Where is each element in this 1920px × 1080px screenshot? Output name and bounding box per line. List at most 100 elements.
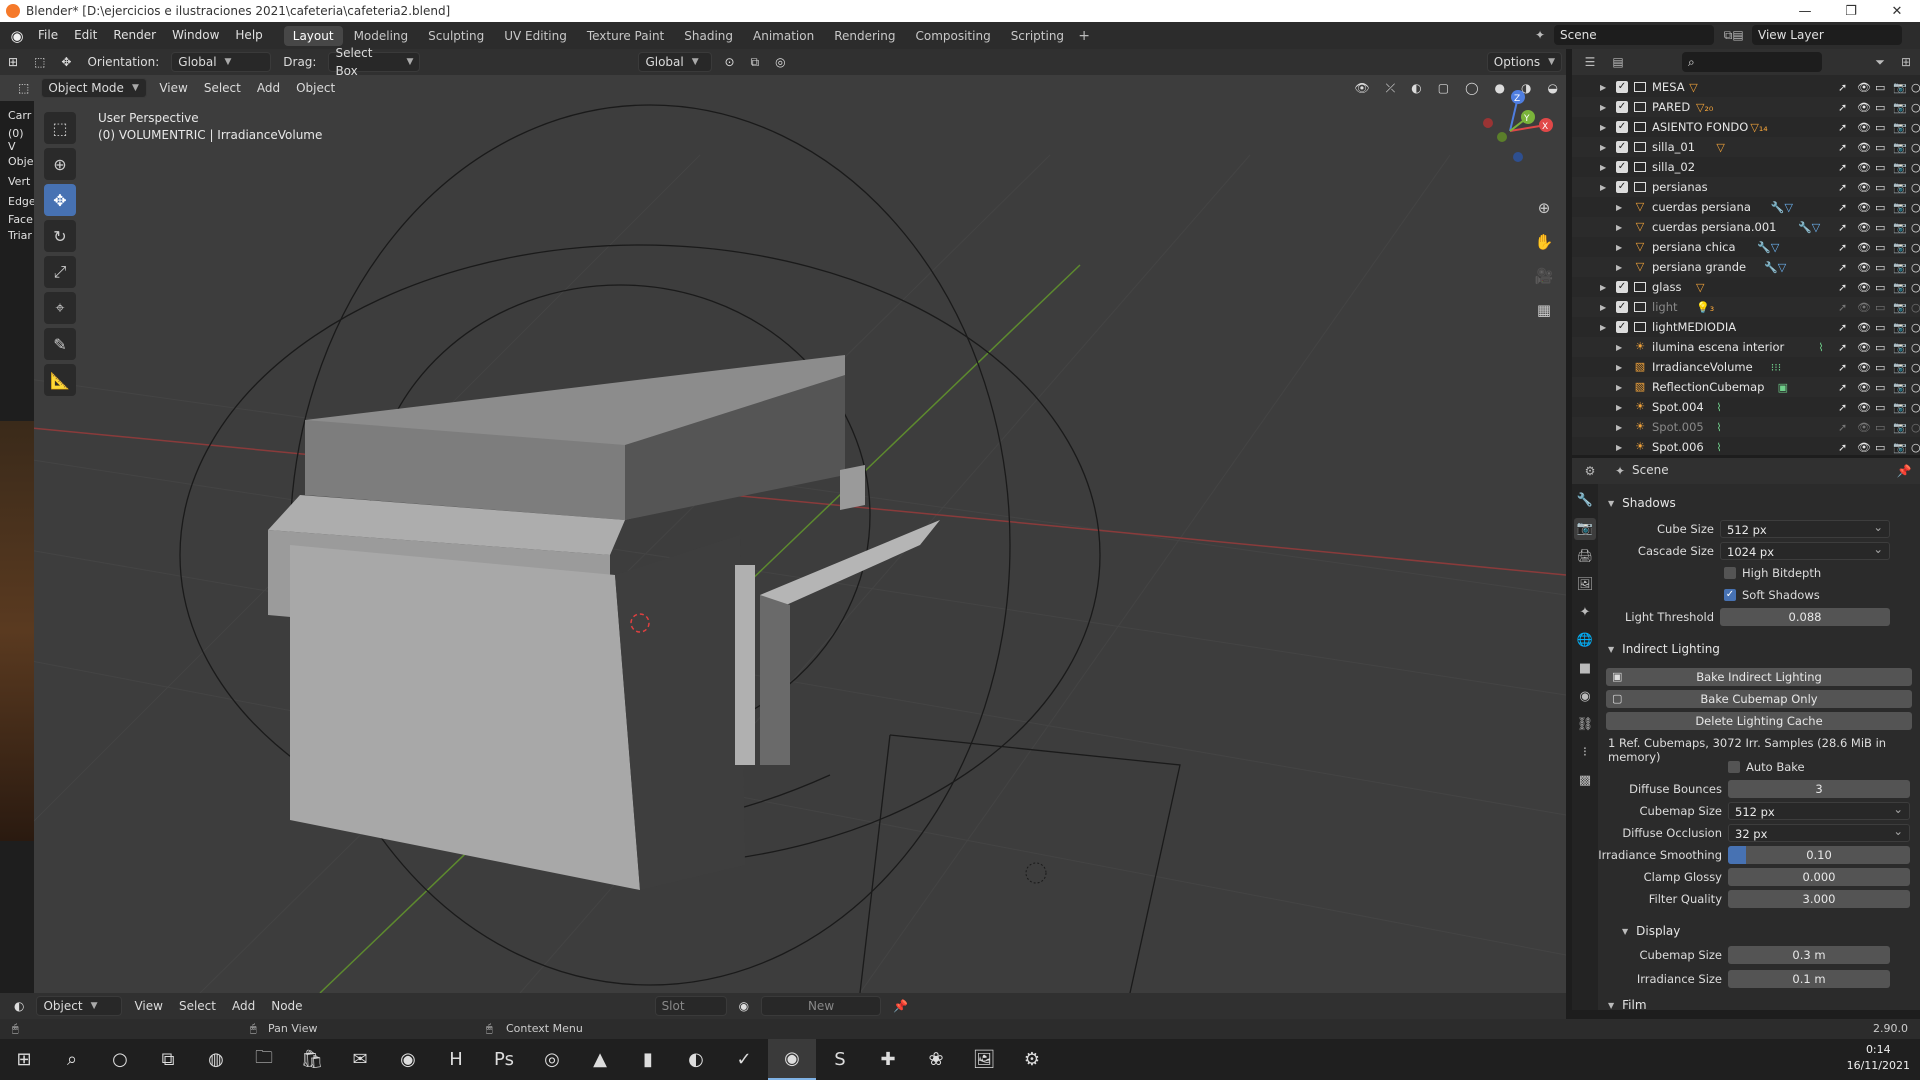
eye-icon[interactable]: 👁 bbox=[1857, 421, 1871, 434]
monitor-icon[interactable]: ▭ bbox=[1875, 161, 1885, 174]
holdout-icon[interactable]: ○ bbox=[1911, 401, 1920, 414]
app-icon[interactable]: ❀ bbox=[912, 1039, 960, 1080]
texture-tab-icon[interactable]: ▩ bbox=[1574, 770, 1596, 792]
holdout-icon[interactable]: ○ bbox=[1911, 261, 1920, 274]
chrome-icon[interactable]: ◉ bbox=[384, 1039, 432, 1080]
view-layer-selector[interactable]: View Layer bbox=[1752, 25, 1902, 45]
monitor-icon[interactable]: ▭ bbox=[1875, 241, 1885, 254]
monitor-icon[interactable]: ▭ bbox=[1875, 261, 1885, 274]
expand-arrow-icon[interactable]: ▶ bbox=[1600, 163, 1606, 172]
light-threshold-field[interactable]: 0.088 bbox=[1720, 608, 1890, 626]
eye-icon[interactable]: 👁 bbox=[1857, 401, 1871, 414]
monitor-icon[interactable]: ▭ bbox=[1875, 301, 1885, 314]
outliner-row[interactable]: ▶ ✓ silla_01 ▽ ➚ 👁 ▭ 📷 ○ bbox=[1572, 137, 1920, 157]
collection-checkbox[interactable]: ✓ bbox=[1616, 141, 1628, 153]
irradiance-smoothing-slider[interactable]: 0.10 bbox=[1728, 846, 1910, 864]
app-icon[interactable]: ◐ bbox=[672, 1039, 720, 1080]
holdout-icon[interactable]: ○ bbox=[1911, 321, 1920, 334]
holdout-icon[interactable]: ○ bbox=[1911, 201, 1920, 214]
expand-arrow-icon[interactable]: ▶ bbox=[1600, 83, 1606, 92]
camera-icon[interactable]: 📷 bbox=[1893, 181, 1907, 194]
viewport-menu-object[interactable]: Object bbox=[288, 78, 343, 98]
expand-arrow-icon[interactable]: ▶ bbox=[1600, 303, 1606, 312]
monitor-icon[interactable]: ▭ bbox=[1875, 361, 1885, 374]
move-tool-icon[interactable]: ✥ bbox=[53, 52, 79, 72]
orientation-dropdown[interactable]: Global ▼ bbox=[171, 52, 272, 72]
object-data-icon[interactable]: 🔧▽ bbox=[1798, 221, 1820, 234]
workspace-tab-rendering[interactable]: Rendering bbox=[825, 26, 904, 46]
workspace-tab-modeling[interactable]: Modeling bbox=[345, 26, 418, 46]
outliner-row[interactable]: ▶ ▽ cuerdas persiana 🔧▽ ➚ 👁 ▭ 📷 ○ bbox=[1572, 197, 1920, 217]
app-icon[interactable]: ✚ bbox=[864, 1039, 912, 1080]
indirect-lighting-panel-header[interactable]: ▼ Indirect Lighting bbox=[1598, 638, 1920, 660]
monitor-icon[interactable]: ▭ bbox=[1875, 281, 1885, 294]
select-arrow-icon[interactable]: ➚ bbox=[1838, 221, 1847, 234]
holdout-icon[interactable]: ○ bbox=[1911, 101, 1920, 114]
outliner-row[interactable]: ▶ ☀ Spot.005 ⌇ ➚ 👁 ▭ 📷 ○ bbox=[1572, 417, 1920, 437]
file-explorer-icon[interactable]: 🗀 bbox=[240, 1039, 288, 1080]
shading-rendered-icon[interactable]: ◒ bbox=[1540, 78, 1566, 98]
photoshop-icon[interactable]: Ps bbox=[480, 1039, 528, 1080]
outliner-row[interactable]: ▶ ✓ MESA ▽ ➚ 👁 ▭ 📷 ○ bbox=[1572, 77, 1920, 97]
monitor-icon[interactable]: ▭ bbox=[1875, 181, 1885, 194]
camera-icon[interactable]: 📷 bbox=[1893, 221, 1907, 234]
select-arrow-icon[interactable]: ➚ bbox=[1838, 381, 1847, 394]
drag-dropdown[interactable]: Select Box ▼ bbox=[328, 46, 421, 78]
xray-toggle-icon[interactable]: ▢ bbox=[1430, 78, 1457, 98]
eye-icon[interactable]: 👁 bbox=[1857, 201, 1871, 214]
expand-arrow-icon[interactable]: ▶ bbox=[1616, 243, 1622, 252]
mail-icon[interactable]: ✉ bbox=[336, 1039, 384, 1080]
object-data-icon[interactable]: 🔧▽ bbox=[1771, 201, 1793, 214]
workspace-tab-animation[interactable]: Animation bbox=[744, 26, 823, 46]
cubemap-size-dropdown[interactable]: 512 px bbox=[1728, 800, 1910, 820]
proportional-edit-icon[interactable]: ◎ bbox=[767, 52, 793, 72]
holdout-icon[interactable]: ○ bbox=[1911, 221, 1920, 234]
eye-icon[interactable]: 👁 bbox=[1857, 241, 1871, 254]
camera-icon[interactable]: 📷 bbox=[1893, 341, 1907, 354]
perspective-grid-icon[interactable]: ▦ bbox=[1532, 298, 1556, 322]
holdout-icon[interactable]: ○ bbox=[1911, 301, 1920, 314]
object-data-icon[interactable]: ▽₁₄ bbox=[1750, 121, 1767, 134]
monitor-icon[interactable]: ▭ bbox=[1875, 121, 1885, 134]
expand-arrow-icon[interactable]: ▶ bbox=[1616, 263, 1622, 272]
monitor-icon[interactable]: ▭ bbox=[1875, 341, 1885, 354]
viewport-menu-add[interactable]: Add bbox=[249, 78, 288, 98]
collection-checkbox[interactable]: ✓ bbox=[1616, 101, 1628, 113]
store-icon[interactable]: 🛍 bbox=[288, 1039, 336, 1080]
diffuse-occlusion-dropdown[interactable]: 32 px bbox=[1728, 822, 1910, 842]
object-data-icon[interactable]: ⌇ bbox=[1716, 441, 1721, 454]
object-data-icon[interactable]: ⁝⁝⁝ bbox=[1771, 361, 1782, 374]
minimize-button[interactable]: — bbox=[1782, 0, 1828, 22]
skype-icon[interactable]: S bbox=[816, 1039, 864, 1080]
holdout-icon[interactable]: ○ bbox=[1911, 281, 1920, 294]
workspace-tab-layout[interactable]: Layout bbox=[283, 25, 343, 46]
irradiance-size-field[interactable]: 0.1 m bbox=[1728, 970, 1890, 988]
select-arrow-icon[interactable]: ➚ bbox=[1838, 401, 1847, 414]
search-icon[interactable]: ⌕ bbox=[48, 1039, 96, 1080]
measure-tool-icon[interactable]: 📐 bbox=[44, 364, 76, 396]
cascade-size-dropdown[interactable]: 1024 px bbox=[1720, 540, 1890, 560]
select-arrow-icon[interactable]: ➚ bbox=[1838, 301, 1847, 314]
system-tray-clock[interactable]: 0:14 16/11/2021 bbox=[1847, 1042, 1910, 1074]
bottom-menu-select[interactable]: Select bbox=[171, 996, 224, 1016]
holdout-icon[interactable]: ○ bbox=[1911, 81, 1920, 94]
monitor-icon[interactable]: ▭ bbox=[1875, 221, 1885, 234]
vlc-icon[interactable]: ▲ bbox=[576, 1039, 624, 1080]
outliner-row[interactable]: ▶ ▧ ReflectionCubemap ▣ ➚ 👁 ▭ 📷 ○ bbox=[1572, 377, 1920, 397]
select-mode-icon[interactable]: ⬚ bbox=[26, 52, 53, 72]
shading-material-icon[interactable]: ◑ bbox=[1513, 78, 1539, 98]
holdout-icon[interactable]: ○ bbox=[1911, 181, 1920, 194]
object-dropdown[interactable]: Object ▼ bbox=[36, 996, 123, 1016]
monitor-icon[interactable]: ▭ bbox=[1875, 421, 1885, 434]
object-data-icon[interactable]: 🔧▽ bbox=[1757, 241, 1779, 254]
camera-icon[interactable]: 📷 bbox=[1893, 421, 1907, 434]
blender-logo-icon[interactable]: ◉ bbox=[4, 25, 30, 47]
select-arrow-icon[interactable]: ➚ bbox=[1838, 201, 1847, 214]
diffuse-bounces-field[interactable]: 3 bbox=[1728, 780, 1910, 798]
shading-wireframe-icon[interactable]: ◯ bbox=[1457, 78, 1486, 98]
monitor-icon[interactable]: ▭ bbox=[1875, 201, 1885, 214]
eye-icon[interactable]: 👁 bbox=[1857, 121, 1871, 134]
film-panel-header[interactable]: ▼ Film bbox=[1598, 994, 1920, 1010]
select-arrow-icon[interactable]: ➚ bbox=[1838, 361, 1847, 374]
object-data-icon[interactable]: ⌇ bbox=[1818, 341, 1823, 354]
